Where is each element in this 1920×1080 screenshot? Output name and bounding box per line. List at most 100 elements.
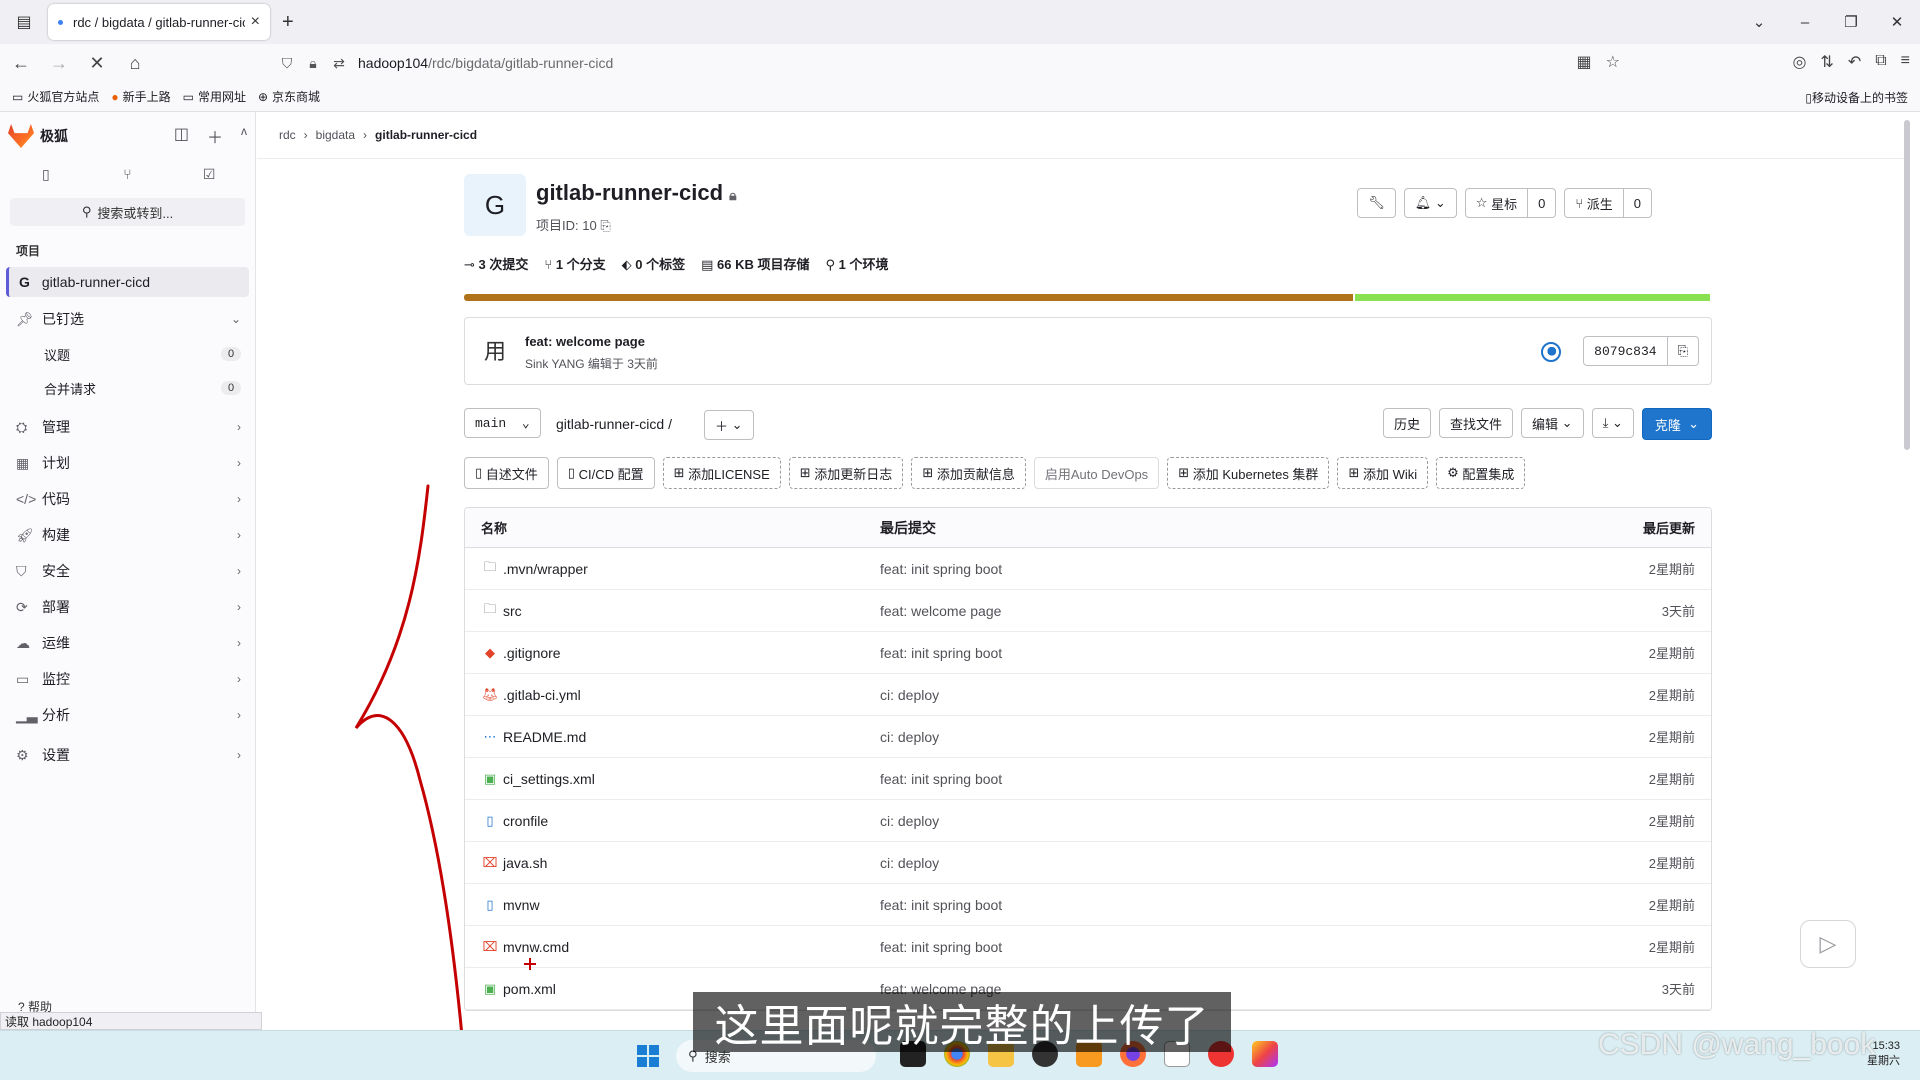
floating-play-button[interactable]: ▷ bbox=[1800, 920, 1856, 968]
bookmark-item[interactable]: ● 新手上路 bbox=[111, 88, 170, 105]
table-row[interactable]: ◆ .gitignore feat: init spring boot 2星期前 bbox=[465, 632, 1711, 674]
restore-button[interactable]: ❐ bbox=[1828, 13, 1874, 31]
table-row[interactable]: ▣ ci_settings.xml feat: init spring boot 2星… bbox=[465, 758, 1711, 800]
url-bar[interactable]: ⛉ 🔒︎ ⇄ hadoop104/rdc/bigdata/gitlab-runn… bbox=[268, 48, 1608, 78]
cicd-config-button[interactable]: ▯ CI/CD 配置 bbox=[556, 457, 655, 489]
user-avatar[interactable]: ʌ bbox=[241, 124, 247, 148]
history-button[interactable]: 历史 bbox=[1382, 408, 1431, 438]
account-icon[interactable]: ◎ bbox=[1792, 52, 1806, 72]
file-last-commit[interactable]: ci: deploy bbox=[880, 729, 1511, 745]
file-last-commit[interactable]: feat: init spring boot bbox=[880, 939, 1511, 955]
file-name[interactable]: src bbox=[503, 603, 522, 619]
file-last-commit[interactable]: feat: welcome page bbox=[880, 603, 1511, 619]
environments-link[interactable]: ⚲ 1 个环境 bbox=[826, 254, 889, 273]
page-scrollbar[interactable] bbox=[1904, 120, 1910, 450]
file-last-commit[interactable]: feat: init spring boot bbox=[880, 897, 1511, 913]
sidebar-item-issues[interactable]: 议题 0 bbox=[0, 337, 255, 371]
file-name[interactable]: README.md bbox=[503, 729, 586, 745]
add-license-button[interactable]: ⊞ 添加LICENSE bbox=[662, 457, 781, 489]
file-name[interactable]: ci_settings.xml bbox=[503, 771, 595, 787]
mobile-bookmarks[interactable]: ▯移动设备上的书签 bbox=[1805, 89, 1908, 106]
file-name[interactable]: .gitignore bbox=[503, 645, 561, 661]
sidebar-item-code[interactable]: </> 代码 › bbox=[0, 481, 255, 517]
file-name-cell[interactable]: ⋯ README.md bbox=[465, 729, 880, 745]
storage-link[interactable]: ▤ 66 KB 项目存储 bbox=[701, 254, 809, 273]
commits-link[interactable]: ⊸ 3 次提交 bbox=[464, 254, 528, 273]
table-row[interactable]: 🦊︎ .gitlab-ci.yml ci: deploy 2星期前 bbox=[465, 674, 1711, 716]
extension-puzzle-icon[interactable]: ⧉ bbox=[1875, 52, 1886, 72]
table-row[interactable]: 🗀 .mvn/wrapper feat: init spring boot 2星期前 bbox=[465, 548, 1711, 590]
settings-wrench-button[interactable]: 🔧︎ bbox=[1357, 188, 1396, 218]
readme-button[interactable]: ▯ 自述文件 bbox=[464, 457, 549, 489]
file-name-cell[interactable]: ⌧ mvnw.cmd bbox=[465, 939, 880, 955]
collapse-sidebar-icon[interactable]: ◫ bbox=[174, 124, 189, 148]
enable-auto-devops-button[interactable]: 启用Auto DevOps bbox=[1033, 457, 1160, 489]
star-button[interactable]: ☆ 星标 bbox=[1464, 188, 1529, 218]
repo-path-root[interactable]: gitlab-runner-cicd bbox=[556, 416, 664, 432]
stop-button[interactable]: ✕ bbox=[80, 53, 114, 74]
back-button[interactable]: ← bbox=[4, 53, 38, 74]
qr-code-icon[interactable]: ▦ bbox=[1577, 52, 1592, 72]
bookmark-item[interactable]: ▭ 火狐官方站点 bbox=[12, 88, 99, 105]
file-name[interactable]: .gitlab-ci.yml bbox=[503, 687, 581, 703]
tags-link[interactable]: ⬖ 0 个标签 bbox=[622, 254, 685, 273]
sidebar-project-link[interactable]: Ggitlab-runner-cicd bbox=[6, 267, 249, 297]
undo-icon[interactable]: ↶ bbox=[1848, 52, 1861, 72]
tab-list-icon[interactable]: ▤ bbox=[6, 4, 42, 40]
clone-dropdown[interactable]: 克隆 ⌄ bbox=[1641, 408, 1712, 440]
add-to-tree-button[interactable]: ＋ ⌄ bbox=[704, 410, 754, 440]
file-name-cell[interactable]: ▯ cronfile bbox=[465, 813, 880, 829]
file-last-commit[interactable]: ci: deploy bbox=[880, 855, 1511, 871]
file-name[interactable]: java.sh bbox=[503, 855, 547, 871]
file-name-cell[interactable]: ◆ .gitignore bbox=[465, 645, 880, 661]
table-row[interactable]: ▯ cronfile ci: deploy 2星期前 bbox=[465, 800, 1711, 842]
sidebar-item-monitor[interactable]: ▭ 监控 › bbox=[0, 661, 255, 697]
breadcrumb-item[interactable]: rdc bbox=[279, 128, 296, 142]
sidebar-item-deploy[interactable]: ⟳ 部署 › bbox=[0, 589, 255, 625]
bookmark-star-icon[interactable]: ☆ bbox=[1606, 52, 1620, 72]
file-name-cell[interactable]: 🗀 .mvn/wrapper bbox=[465, 558, 880, 580]
star-count[interactable]: 0 bbox=[1528, 188, 1557, 218]
bookmark-item[interactable]: ⊕ 京东商城 bbox=[258, 88, 320, 105]
permissions-icon[interactable]: ⇄ bbox=[326, 55, 352, 72]
copy-sha-button[interactable]: ⎘ bbox=[1667, 336, 1699, 366]
file-name-cell[interactable]: ▯ mvnw bbox=[465, 897, 880, 913]
breadcrumb-item[interactable]: bigdata bbox=[316, 128, 355, 142]
sidebar-item-operate[interactable]: ☁︎ 运维 › bbox=[0, 625, 255, 661]
table-row[interactable]: ⌧ mvnw.cmd feat: init spring boot 2星期前 bbox=[465, 926, 1711, 968]
file-name[interactable]: cronfile bbox=[503, 813, 548, 829]
ide-app-icon[interactable] bbox=[1252, 1041, 1278, 1067]
sidebar-item-pinned[interactable]: 📌︎ 已钉选 ⌄ bbox=[0, 301, 255, 337]
file-name[interactable]: .mvn/wrapper bbox=[503, 561, 588, 577]
sidebar-item-analytics[interactable]: ▁▃ 分析 › bbox=[0, 697, 255, 733]
forward-button[interactable]: → bbox=[42, 53, 76, 74]
download-dropdown[interactable]: ⤓ ⌄ bbox=[1591, 408, 1634, 438]
commit-sha[interactable]: 8079c834 bbox=[1583, 336, 1668, 366]
file-name-cell[interactable]: ⌧ java.sh bbox=[465, 855, 880, 871]
add-kubernetes-button[interactable]: ⊞ 添加 Kubernetes 集群 bbox=[1167, 457, 1330, 489]
author-avatar[interactable]: 用 bbox=[479, 334, 511, 366]
file-last-commit[interactable]: ci: deploy bbox=[880, 813, 1511, 829]
browser-tab-active[interactable]: rdc / bigdata / gitlab-runner-cicd × bbox=[48, 4, 270, 40]
branches-link[interactable]: ⑂ 1 个分支 bbox=[544, 254, 605, 273]
menu-icon[interactable]: ≡ bbox=[1901, 52, 1910, 72]
sidebar-item-manage[interactable]: ⛭ 管理 › bbox=[0, 409, 255, 445]
issues-counter-icon[interactable]: ▯ bbox=[8, 160, 84, 188]
notifications-button[interactable]: 🔔︎ ⌄ bbox=[1403, 188, 1457, 218]
home-button[interactable]: ⌂ bbox=[118, 53, 152, 74]
configure-integrations-button[interactable]: ⚙︎ 配置集成 bbox=[1436, 457, 1526, 489]
file-name-cell[interactable]: ▣ ci_settings.xml bbox=[465, 771, 880, 787]
table-row[interactable]: ▯ mvnw feat: init spring boot 2星期前 bbox=[465, 884, 1711, 926]
url-text[interactable]: hadoop104/rdc/bigdata/gitlab-runner-cicd bbox=[358, 55, 613, 71]
fork-button[interactable]: ⑂ 派生 bbox=[1564, 188, 1624, 218]
todo-counter-icon[interactable]: ☑ bbox=[171, 160, 247, 188]
bookmark-item[interactable]: ▭ 常用网址 bbox=[183, 88, 246, 105]
gitlab-logo-icon[interactable] bbox=[8, 124, 34, 148]
sidebar-item-settings[interactable]: ⚙︎ 设置 › bbox=[0, 737, 255, 773]
file-last-commit[interactable]: ci: deploy bbox=[880, 687, 1511, 703]
file-name[interactable]: mvnw.cmd bbox=[503, 939, 569, 955]
edit-dropdown[interactable]: 编辑 ⌄ bbox=[1521, 408, 1584, 438]
commit-message[interactable]: feat: welcome page bbox=[525, 334, 645, 349]
sidebar-item-build[interactable]: 🚀︎ 构建 › bbox=[0, 517, 255, 553]
find-file-button[interactable]: 查找文件 bbox=[1439, 408, 1514, 438]
